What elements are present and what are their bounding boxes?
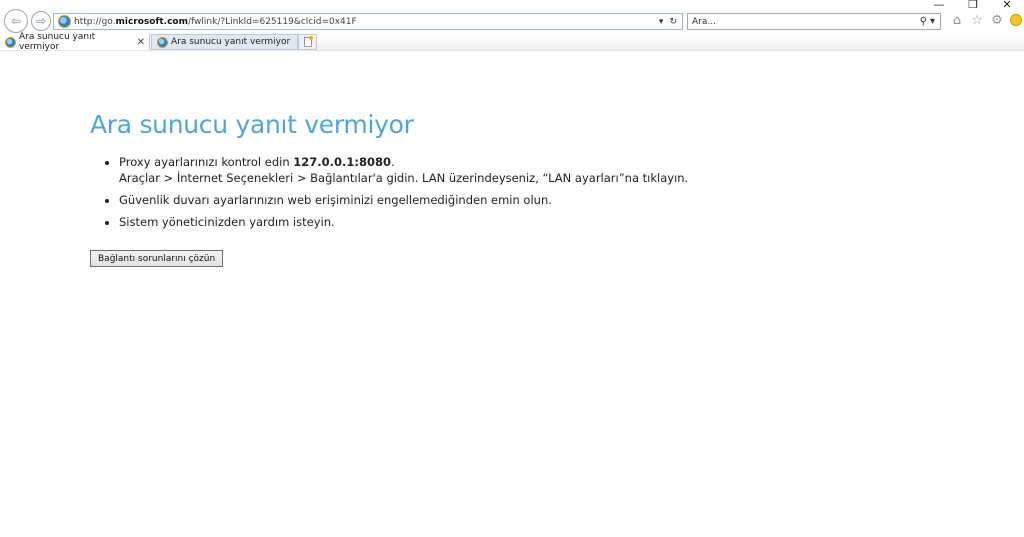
page-title: Ara sunucu yanıt vermiyor (90, 110, 414, 139)
fix-connection-button[interactable]: Bağlantı sorunlarını çözün (90, 250, 224, 267)
restore-button[interactable]: ❐ (956, 0, 990, 10)
url-domain: microsoft.com (115, 16, 189, 27)
address-url[interactable]: http://go.microsoft.com/fwlink/?LinkId=6… (74, 17, 357, 27)
close-tab-icon[interactable]: ✕ (137, 37, 145, 48)
tab-inactive[interactable]: Ara sunucu yanıt vermiyor (151, 34, 298, 50)
tip1-instructions: Araçlar > İnternet Seçenekleri > Bağlant… (119, 171, 689, 185)
ie-tab-icon (5, 36, 16, 48)
new-tab-icon (303, 36, 313, 47)
minimize-button[interactable]: — (922, 0, 956, 10)
list-item: Sistem yöneticinizden yardım isteyin. (119, 214, 990, 230)
proxy-address: 127.0.0.1:8080 (293, 155, 392, 169)
forward-button[interactable]: ⇨ (31, 11, 51, 31)
search-input[interactable] (688, 15, 892, 28)
home-icon[interactable]: ⌂ (950, 13, 964, 28)
search-box[interactable]: ⚲ ▾ (687, 13, 941, 30)
new-tab-button[interactable] (298, 34, 317, 50)
close-window-button[interactable]: ✕ (990, 0, 1024, 10)
back-icon: ⇦ (10, 14, 22, 28)
tip1-suffix: . (391, 155, 395, 169)
refresh-icon[interactable]: ↻ (669, 17, 677, 27)
address-bar[interactable]: http://go.microsoft.com/fwlink/?LinkId=6… (53, 13, 683, 30)
forward-icon: ⇨ (35, 14, 47, 28)
favorites-star-icon[interactable]: ☆ (970, 13, 984, 28)
troubleshooting-list: Proxy ayarlarınızı kontrol edin 127.0.0.… (90, 154, 990, 230)
browser-toolbar: ⇦ ⇨ http://go.microsoft.com/fwlink/?Link… (0, 9, 1024, 34)
tip1-text: Proxy ayarlarınızı kontrol edin (119, 155, 294, 169)
url-prefix: http://go. (74, 16, 116, 27)
tab-label: Ara sunucu yanıt vermiyor (171, 37, 291, 47)
back-button[interactable]: ⇦ (4, 9, 28, 33)
search-icon[interactable]: ⚲ (920, 16, 927, 27)
command-icons: ⌂ ☆ ⚙ (950, 13, 1022, 28)
url-path: /fwlink/?LinkId=625119&clcid=0x41F (188, 16, 357, 27)
window-caption-buttons: — ❐ ✕ (922, 0, 1024, 10)
error-content: Ara sunucu yanıt vermiyor Proxy ayarları… (90, 110, 990, 267)
ie-page-icon (58, 15, 71, 28)
list-item: Güvenlik duvarı ayarlarınızın web erişim… (119, 192, 990, 208)
list-item: Proxy ayarlarınızı kontrol edin 127.0.0.… (119, 154, 990, 186)
tab-active[interactable]: Ara sunucu yanıt vermiyor ✕ (0, 32, 150, 52)
tab-strip: Ara sunucu yanıt vermiyor ✕ Ara sunucu y… (0, 32, 1024, 52)
dropdown-icon[interactable]: ▾ (659, 17, 664, 27)
ie-tab-icon (157, 36, 168, 48)
smiley-feedback-icon[interactable] (1010, 14, 1022, 26)
settings-gear-icon[interactable]: ⚙ (990, 13, 1004, 28)
search-dropdown-icon[interactable]: ▾ (930, 16, 935, 27)
tip3-text: Sistem yöneticinizden yardım isteyin. (119, 215, 335, 229)
tab-label: Ara sunucu yanıt vermiyor (19, 32, 96, 52)
tip2-text: Güvenlik duvarı ayarlarınızın web erişim… (119, 193, 552, 207)
